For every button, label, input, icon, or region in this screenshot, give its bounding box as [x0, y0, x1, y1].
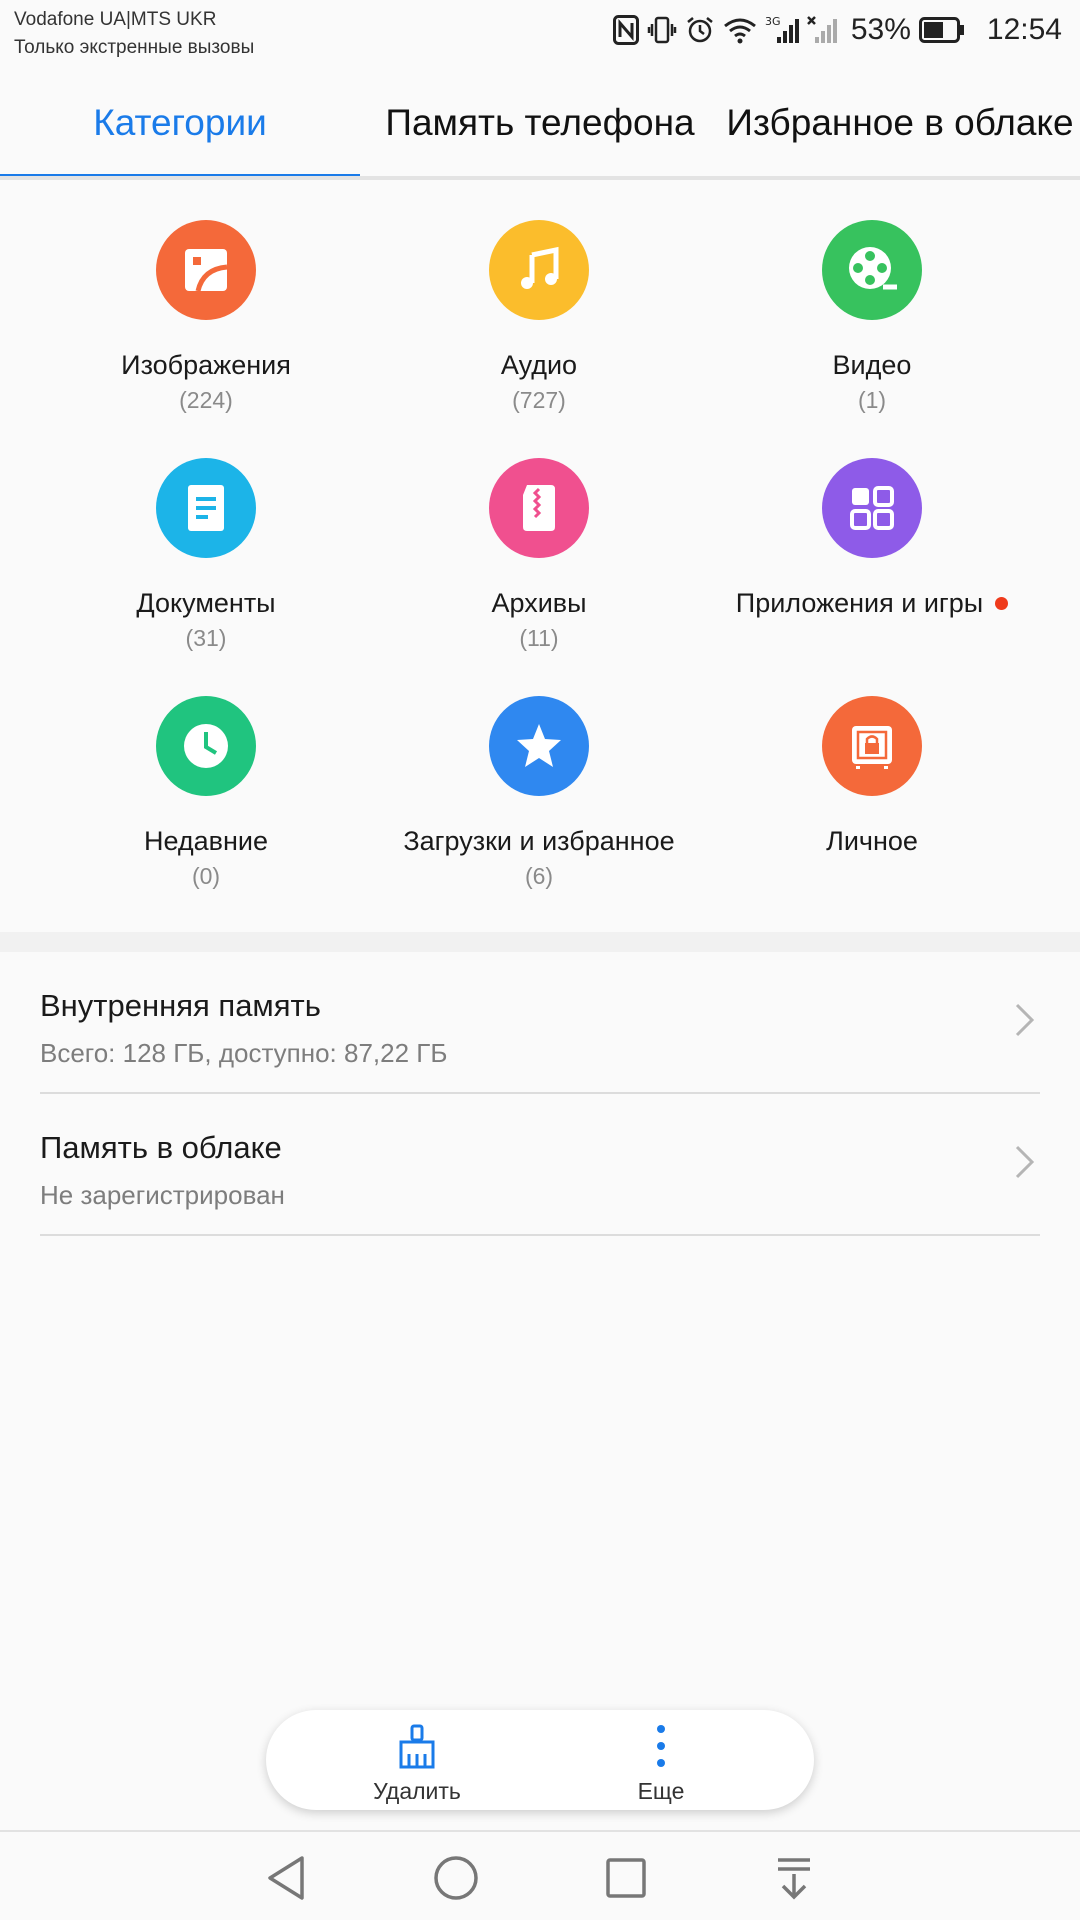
category-label-text: Приложения и игры: [735, 588, 984, 618]
image-icon: [156, 220, 256, 320]
category-images[interactable]: Изображения (224): [26, 180, 386, 418]
category-documents[interactable]: Документы (31): [26, 418, 386, 656]
category-apps-games[interactable]: Приложения и игры: [692, 418, 1052, 656]
archive-zip-icon: [489, 458, 589, 558]
category-video[interactable]: Видео (1): [692, 180, 1052, 418]
category-recent[interactable]: Недавние (0): [26, 656, 386, 894]
tab-bar: Категории Память телефона Избранное в об…: [0, 66, 1080, 180]
more-label: Еще: [637, 1778, 685, 1804]
new-badge-dot: [995, 597, 1009, 610]
broom-icon: [399, 1724, 435, 1769]
delete-button[interactable]: Удалить: [317, 1710, 517, 1810]
emergency-calls-only: Только экстренные вызовы: [14, 37, 255, 58]
back-icon[interactable]: [258, 1850, 314, 1906]
category-count: (727): [512, 387, 566, 413]
signal-3g-icon: 3G: [765, 15, 799, 45]
category-label: Документы: [136, 588, 276, 618]
star-icon: [489, 696, 589, 796]
category-grid: Изображения (224) Аудио (727) Видео (1) …: [0, 180, 1080, 932]
category-count: (1): [857, 387, 887, 413]
status-icons: 3G 53% 12:54: [612, 10, 1062, 50]
category-count: (6): [524, 863, 554, 889]
category-label: Аудио: [500, 350, 578, 380]
category-label: Личное: [826, 826, 918, 856]
delete-label: Удалить: [373, 1778, 461, 1804]
system-navigation-bar: [0, 1830, 1080, 1920]
storage-subtitle: Не зарегистрирован: [40, 1180, 285, 1210]
vibrate-icon: [647, 15, 677, 45]
category-label: Недавние: [143, 826, 269, 856]
chevron-right-icon: [1014, 1002, 1036, 1043]
recents-icon[interactable]: [598, 1850, 654, 1906]
tab-categories[interactable]: Категории: [0, 66, 360, 180]
nfc-icon: [612, 15, 639, 45]
category-label: Видео: [832, 350, 912, 380]
battery-icon: [918, 17, 965, 43]
apps-grid-icon: [822, 458, 922, 558]
battery-percent: 53%: [850, 13, 911, 46]
music-note-icon: [489, 220, 589, 320]
category-count: (31): [185, 625, 227, 651]
category-archives[interactable]: Архивы (11): [359, 418, 719, 656]
carrier-name: Vodafone UA|MTS UKR: [14, 9, 217, 30]
clock-icon: [156, 696, 256, 796]
wifi-icon: [723, 16, 757, 44]
svg-text:3G: 3G: [765, 15, 781, 28]
category-label: Архивы: [491, 588, 587, 618]
tab-cloud-favorites[interactable]: Избранное в облаке: [720, 66, 1080, 180]
status-bar: Vodafone UA|MTS UKR Только экстренные вы…: [0, 0, 1080, 66]
storage-title: Память в облаке: [40, 1130, 282, 1165]
category-label: Приложения и игры: [735, 588, 1009, 619]
home-icon[interactable]: [428, 1850, 484, 1906]
document-icon: [156, 458, 256, 558]
category-downloads-favorites[interactable]: Загрузки и избранное (6): [359, 656, 719, 894]
category-count: (224): [179, 387, 233, 413]
category-private[interactable]: Личное: [692, 656, 1052, 894]
category-label: Изображения: [121, 350, 291, 380]
clock: 12:54: [986, 13, 1062, 46]
category-audio[interactable]: Аудио (727): [359, 180, 719, 418]
chevron-right-icon: [1014, 1144, 1036, 1185]
category-count: (0): [191, 863, 221, 889]
carrier-info: Vodafone UA|MTS UKR Только экстренные вы…: [14, 6, 254, 62]
signal-no-sim-icon: [806, 15, 837, 45]
category-count: (11): [519, 625, 559, 651]
category-label: Загрузки и избранное: [403, 826, 675, 856]
notifications-pull-icon[interactable]: [766, 1850, 822, 1906]
storage-title: Внутренняя память: [40, 988, 321, 1023]
more-vertical-icon: [657, 1725, 665, 1767]
alarm-icon: [685, 15, 715, 45]
section-divider: [0, 932, 1080, 952]
bottom-action-bar: Удалить Еще: [266, 1710, 814, 1810]
more-button[interactable]: Еще: [561, 1710, 761, 1810]
storage-subtitle: Всего: 128 ГБ, доступно: 87,22 ГБ: [40, 1038, 448, 1068]
tab-phone-storage[interactable]: Память телефона: [360, 66, 720, 180]
internal-storage-item[interactable]: Внутренняя память Всего: 128 ГБ, доступн…: [40, 952, 1040, 1094]
cloud-storage-item[interactable]: Память в облаке Не зарегистрирован: [40, 1094, 1040, 1236]
film-reel-icon: [822, 220, 922, 320]
safe-lock-icon: [822, 696, 922, 796]
